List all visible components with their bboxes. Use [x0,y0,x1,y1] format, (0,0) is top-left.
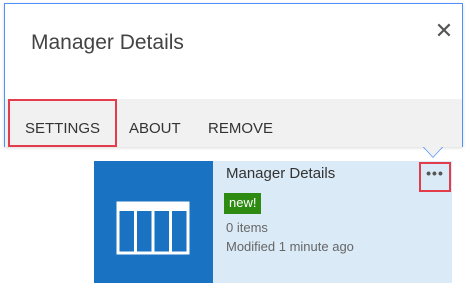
close-icon[interactable]: ✕ [433,20,455,42]
app-tile[interactable]: Manager Details new! 0 items Modified 1 … [94,161,452,283]
tile-title[interactable]: Manager Details [226,165,335,182]
ellipsis-icon: ••• [426,165,444,181]
tile-thumbnail[interactable] [94,161,213,283]
settings-action[interactable]: SETTINGS [8,99,117,147]
about-action[interactable]: ABOUT [129,99,181,147]
modified-timestamp: Modified 1 minute ago [226,239,354,254]
callout-popup: Manager Details ✕ SETTINGS ABOUT REMOVE [4,3,463,147]
remove-action[interactable]: REMOVE [208,99,273,147]
more-options-button[interactable]: ••• [419,162,451,192]
callout-beak [423,146,443,157]
callout-action-bar: SETTINGS ABOUT REMOVE [5,99,462,147]
list-table-icon [116,201,190,255]
new-badge: new! [224,193,262,214]
callout-title: Manager Details [31,31,184,54]
item-count: 0 items [226,220,268,235]
stage: Manager Details new! 0 items Modified 1 … [0,0,475,288]
